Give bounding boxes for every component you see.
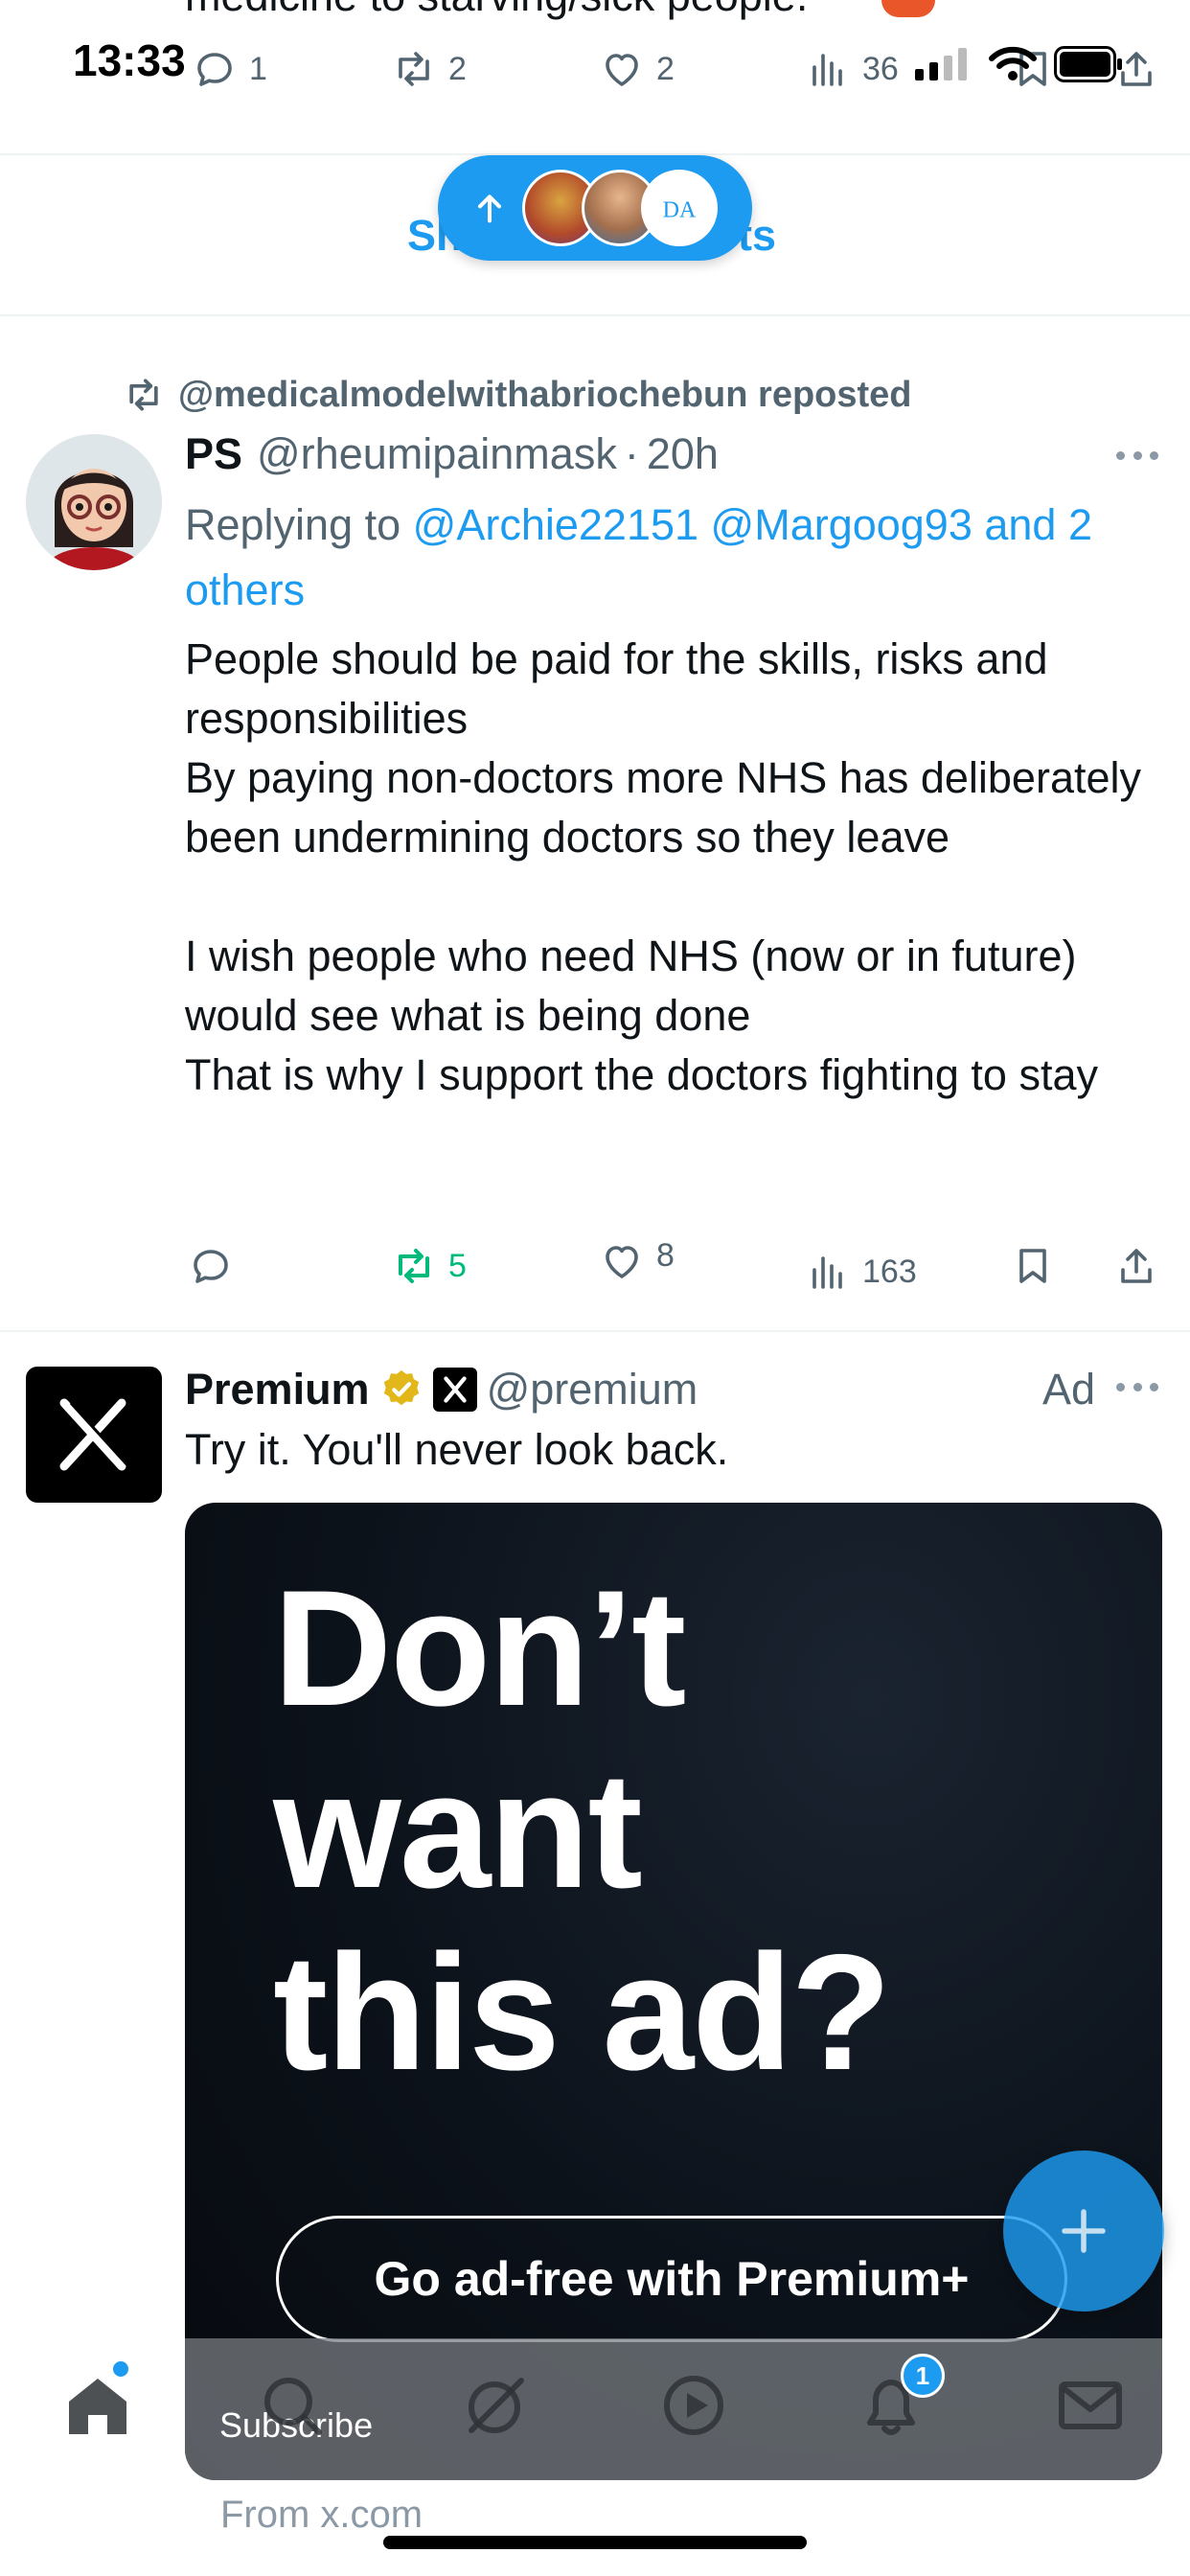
tweet-text: People should be paid for the skills, ri… — [185, 634, 1141, 1099]
prev-view-count: 36 — [862, 50, 899, 87]
replying-users-link[interactable]: @Archie22151 @Margoog93 and 2 — [413, 500, 1092, 549]
previous-tweet-text: medicine to starving/sick people. — [185, 0, 808, 25]
views-button[interactable]: 163 — [805, 1249, 917, 1295]
author-handle[interactable]: @rheumipainmask — [257, 429, 617, 478]
previous-tweet-emoji-badge — [881, 0, 935, 17]
play-icon — [655, 2367, 732, 2444]
divider — [0, 1330, 1190, 1332]
retweet-icon — [391, 1243, 437, 1289]
reply-button[interactable] — [188, 1243, 234, 1289]
search-icon — [254, 2367, 331, 2444]
retweet-count: 5 — [448, 1247, 467, 1284]
home-indicator — [383, 2536, 807, 2549]
ad-author-handle[interactable]: @premium — [487, 1361, 698, 1418]
x-logo-icon — [432, 1368, 477, 1412]
prev-reply-button[interactable]: 1 — [192, 46, 267, 92]
view-count: 163 — [862, 1253, 917, 1290]
more-options-icon[interactable] — [1116, 449, 1158, 461]
ad-card[interactable]: Don’t want this ad? Go ad-free with Prem… — [185, 1503, 1162, 2480]
prev-retweet-button[interactable]: 2 — [391, 46, 467, 92]
heart-icon — [599, 46, 645, 92]
nav-messages[interactable] — [1052, 2367, 1129, 2444]
reply-icon — [188, 1243, 234, 1289]
ad-card-headline-3: this ad? — [273, 1920, 891, 2104]
ad-tweet-text: Try it. You'll never look back. — [185, 1425, 729, 1474]
mail-icon — [1052, 2367, 1129, 2444]
avatar: DA — [641, 170, 718, 246]
replying-users-link-cont[interactable]: others — [185, 565, 305, 614]
repost-label[interactable]: @medicalmodelwithabriochebun reposted — [178, 375, 912, 416]
more-options-icon[interactable] — [1116, 1381, 1158, 1392]
ad-card-headline-2: want — [273, 1738, 643, 1922]
nav-video[interactable] — [655, 2367, 732, 2444]
ad-label: Ad — [1042, 1365, 1096, 1414]
like-button[interactable]: 8 — [599, 1236, 675, 1284]
verified-badge-icon — [379, 1368, 423, 1412]
share-button[interactable] — [1113, 1243, 1159, 1289]
tweet-time[interactable]: 20h — [647, 429, 719, 478]
ad-card-cta-label: Go ad-free with Premium+ — [374, 2252, 970, 2306]
ad-card-cta-button[interactable]: Go ad-free with Premium+ — [276, 2216, 1067, 2342]
heart-icon — [599, 1238, 645, 1284]
meta-separator: · — [624, 429, 639, 478]
prev-retweet-count: 2 — [448, 50, 467, 87]
prev-views-button[interactable]: 36 — [805, 46, 899, 92]
bookmark-button[interactable] — [1010, 1243, 1056, 1289]
replying-to: Replying to @Archie22151 @Margoog93 and … — [185, 493, 1153, 623]
author-handle-line: @rheumipainmask · 20h — [257, 429, 719, 479]
signal-icon — [915, 48, 971, 80]
retweet-icon — [123, 374, 165, 416]
author-name[interactable]: PS — [185, 429, 242, 479]
notification-badge: 1 — [901, 2354, 945, 2398]
nav-grok[interactable] — [458, 2367, 535, 2444]
prev-like-count: 2 — [656, 50, 675, 87]
notification-badge-count: 1 — [915, 2360, 930, 2390]
ad-author-row: Premium @premium — [185, 1361, 698, 1418]
home-icon — [59, 2367, 136, 2444]
divider — [0, 314, 1190, 316]
retweet-icon — [391, 46, 437, 92]
nav-search[interactable] — [254, 2367, 331, 2444]
bookmark-icon — [1010, 1243, 1056, 1289]
home-unread-dot — [113, 2361, 128, 2377]
status-time: 13:33 — [73, 35, 186, 85]
reply-icon — [192, 46, 238, 92]
x-logo-avatar[interactable] — [26, 1367, 162, 1503]
share-icon — [1113, 1243, 1159, 1289]
nav-home[interactable] — [59, 2361, 136, 2444]
new-posts-pill[interactable]: DA — [438, 155, 752, 261]
plus-icon — [1055, 2202, 1112, 2260]
nav-notifications[interactable]: 1 — [853, 2354, 945, 2444]
views-icon — [805, 46, 851, 92]
ad-author-name[interactable]: Premium — [185, 1361, 370, 1418]
svg-text:DA: DA — [663, 197, 697, 222]
repost-indicator: @medicalmodelwithabriochebun reposted — [123, 374, 912, 416]
arrow-up-icon — [470, 189, 509, 227]
prev-like-button[interactable]: 2 — [599, 46, 675, 92]
battery-icon — [1054, 46, 1123, 82]
compose-button[interactable] — [1003, 2150, 1164, 2312]
avatar[interactable] — [26, 434, 162, 570]
grok-icon — [458, 2367, 535, 2444]
ad-card-headline-1: Don’t — [273, 1556, 686, 1740]
like-count: 8 — [656, 1236, 675, 1274]
replying-prefix: Replying to — [185, 500, 401, 549]
retweet-button[interactable]: 5 — [391, 1243, 467, 1289]
prev-reply-count: 1 — [249, 50, 267, 87]
views-icon — [805, 1249, 851, 1295]
wifi-icon — [989, 46, 1037, 82]
